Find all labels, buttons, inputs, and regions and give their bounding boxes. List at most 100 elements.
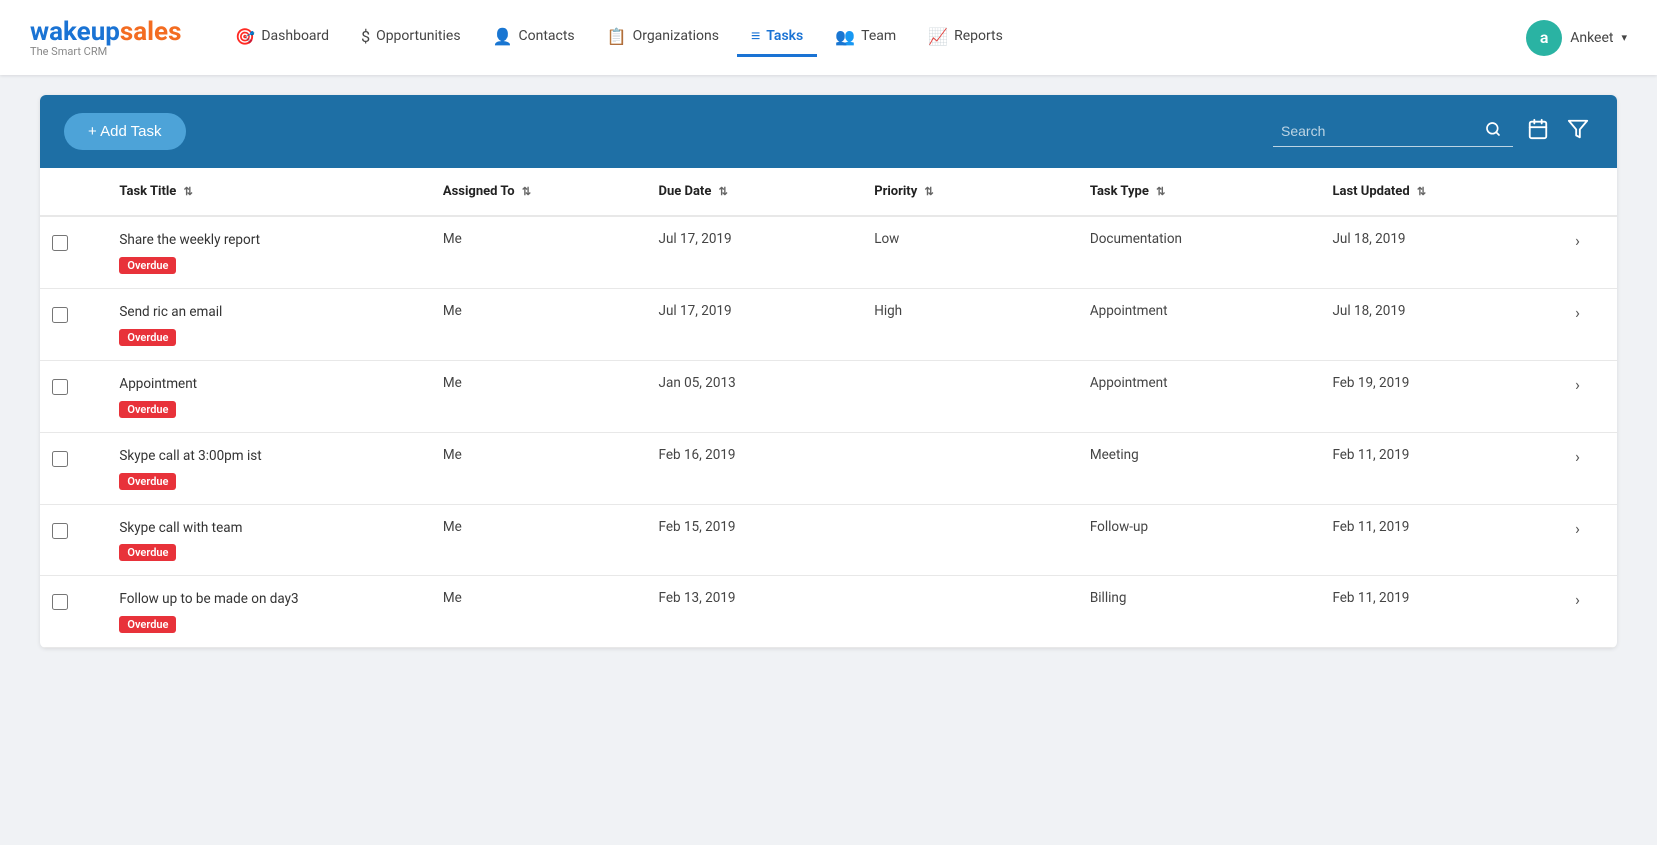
logo: wakeupsales The Smart CRM bbox=[30, 17, 181, 58]
nav-item-reports[interactable]: 📈 Reports bbox=[914, 19, 1017, 57]
cell-due-4: Feb 15, 2019 bbox=[647, 504, 863, 576]
task-title-text-2: Appointment bbox=[119, 375, 418, 394]
nav-item-tasks[interactable]: ≡ Tasks bbox=[737, 18, 817, 57]
sort-icon-type: ⇅ bbox=[1156, 185, 1165, 198]
task-checkbox-3[interactable] bbox=[52, 451, 68, 467]
reports-icon: 📈 bbox=[928, 27, 948, 46]
add-task-label: + Add Task bbox=[88, 123, 162, 140]
nav-label-dashboard: Dashboard bbox=[261, 28, 329, 44]
cell-check-3 bbox=[40, 432, 107, 504]
organizations-icon: 📋 bbox=[607, 27, 627, 46]
task-title-text-3: Skype call at 3:00pm ist bbox=[119, 447, 418, 466]
cell-action-3: › bbox=[1563, 432, 1617, 504]
cell-due-2: Jan 05, 2013 bbox=[647, 360, 863, 432]
table-row: Appointment Overdue Me Jan 05, 2013 Appo… bbox=[40, 360, 1617, 432]
nav-item-opportunities[interactable]: $ Opportunities bbox=[347, 19, 475, 57]
col-header-check bbox=[40, 168, 107, 216]
main-content: + Add Task bbox=[0, 75, 1657, 668]
table-wrapper: Task Title ⇅ Assigned To ⇅ Due Date ⇅ bbox=[40, 168, 1617, 648]
sort-icon-title: ⇅ bbox=[184, 185, 193, 198]
col-header-assigned[interactable]: Assigned To ⇅ bbox=[431, 168, 647, 216]
team-icon: 👥 bbox=[835, 27, 855, 46]
cell-type-5: Billing bbox=[1078, 576, 1321, 648]
cell-check-0 bbox=[40, 216, 107, 288]
cell-updated-5: Feb 11, 2019 bbox=[1320, 576, 1563, 648]
task-panel: + Add Task bbox=[40, 95, 1617, 648]
row-action-chevron-5[interactable]: › bbox=[1575, 590, 1580, 609]
nav-label-opportunities: Opportunities bbox=[376, 28, 461, 44]
cell-priority-2 bbox=[862, 360, 1078, 432]
cell-due-0: Jul 17, 2019 bbox=[647, 216, 863, 288]
cell-type-1: Appointment bbox=[1078, 288, 1321, 360]
col-header-type[interactable]: Task Type ⇅ bbox=[1078, 168, 1321, 216]
task-checkbox-2[interactable] bbox=[52, 379, 68, 395]
cell-updated-3: Feb 11, 2019 bbox=[1320, 432, 1563, 504]
main-nav: 🎯 Dashboard $ Opportunities 👤 Contacts 📋… bbox=[221, 18, 1526, 57]
task-toolbar: + Add Task bbox=[40, 95, 1617, 168]
task-checkbox-0[interactable] bbox=[52, 235, 68, 251]
table-row: Share the weekly report Overdue Me Jul 1… bbox=[40, 216, 1617, 288]
col-header-action bbox=[1563, 168, 1617, 216]
table-row: Skype call at 3:00pm ist Overdue Me Feb … bbox=[40, 432, 1617, 504]
overdue-badge-5: Overdue bbox=[119, 616, 176, 633]
dashboard-icon: 🎯 bbox=[235, 27, 255, 46]
cell-check-2 bbox=[40, 360, 107, 432]
cell-check-1 bbox=[40, 288, 107, 360]
cell-assigned-4: Me bbox=[431, 504, 647, 576]
cell-type-3: Meeting bbox=[1078, 432, 1321, 504]
row-action-chevron-3[interactable]: › bbox=[1575, 447, 1580, 466]
sort-icon-assigned: ⇅ bbox=[522, 185, 531, 198]
nav-label-organizations: Organizations bbox=[633, 28, 719, 44]
task-title-text-5: Follow up to be made on day3 bbox=[119, 590, 418, 609]
cell-assigned-5: Me bbox=[431, 576, 647, 648]
cell-check-4 bbox=[40, 504, 107, 576]
cell-action-4: › bbox=[1563, 504, 1617, 576]
search-icon bbox=[1485, 121, 1501, 137]
nav-label-reports: Reports bbox=[954, 28, 1003, 44]
cell-type-4: Follow-up bbox=[1078, 504, 1321, 576]
cell-due-1: Jul 17, 2019 bbox=[647, 288, 863, 360]
cell-priority-0: Low bbox=[862, 216, 1078, 288]
task-checkbox-4[interactable] bbox=[52, 523, 68, 539]
cell-action-0: › bbox=[1563, 216, 1617, 288]
cell-assigned-2: Me bbox=[431, 360, 647, 432]
sort-icon-priority: ⇅ bbox=[924, 185, 933, 198]
cell-assigned-1: Me bbox=[431, 288, 647, 360]
user-menu-chevron: ▾ bbox=[1621, 31, 1627, 44]
add-task-button[interactable]: + Add Task bbox=[64, 113, 186, 150]
search-box bbox=[1273, 117, 1513, 147]
nav-item-contacts[interactable]: 👤 Contacts bbox=[479, 19, 589, 57]
search-button[interactable] bbox=[1481, 121, 1505, 142]
col-header-title[interactable]: Task Title ⇅ bbox=[107, 168, 430, 216]
user-area[interactable]: a Ankeet ▾ bbox=[1526, 20, 1627, 56]
cell-title-3: Skype call at 3:00pm ist Overdue bbox=[107, 432, 430, 504]
calendar-button[interactable] bbox=[1523, 114, 1553, 150]
task-checkbox-5[interactable] bbox=[52, 594, 68, 610]
col-header-due[interactable]: Due Date ⇅ bbox=[647, 168, 863, 216]
nav-label-tasks: Tasks bbox=[766, 28, 803, 44]
search-input[interactable] bbox=[1281, 123, 1481, 139]
nav-item-team[interactable]: 👥 Team bbox=[821, 19, 910, 57]
row-action-chevron-1[interactable]: › bbox=[1575, 303, 1580, 322]
row-action-chevron-2[interactable]: › bbox=[1575, 375, 1580, 394]
sort-icon-due: ⇅ bbox=[719, 185, 728, 198]
header: wakeupsales The Smart CRM 🎯 Dashboard $ … bbox=[0, 0, 1657, 75]
cell-action-1: › bbox=[1563, 288, 1617, 360]
nav-item-organizations[interactable]: 📋 Organizations bbox=[593, 19, 733, 57]
cell-assigned-0: Me bbox=[431, 216, 647, 288]
cell-title-4: Skype call with team Overdue bbox=[107, 504, 430, 576]
opportunities-icon: $ bbox=[361, 27, 370, 46]
filter-button[interactable] bbox=[1563, 114, 1593, 150]
task-checkbox-1[interactable] bbox=[52, 307, 68, 323]
row-action-chevron-0[interactable]: › bbox=[1575, 231, 1580, 250]
table-row: Follow up to be made on day3 Overdue Me … bbox=[40, 576, 1617, 648]
overdue-badge-1: Overdue bbox=[119, 329, 176, 346]
task-table: Task Title ⇅ Assigned To ⇅ Due Date ⇅ bbox=[40, 168, 1617, 648]
nav-item-dashboard[interactable]: 🎯 Dashboard bbox=[221, 19, 343, 57]
row-action-chevron-4[interactable]: › bbox=[1575, 519, 1580, 538]
cell-updated-4: Feb 11, 2019 bbox=[1320, 504, 1563, 576]
col-header-updated[interactable]: Last Updated ⇅ bbox=[1320, 168, 1563, 216]
col-header-priority[interactable]: Priority ⇅ bbox=[862, 168, 1078, 216]
filter-icon bbox=[1567, 118, 1589, 140]
nav-label-contacts: Contacts bbox=[518, 28, 574, 44]
